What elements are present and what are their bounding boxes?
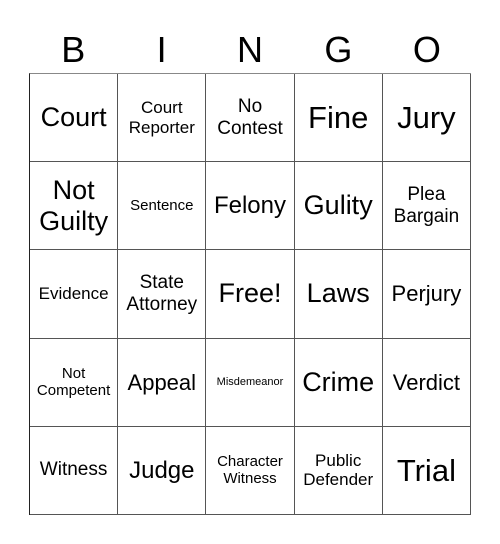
bingo-cell[interactable]: Perjury (382, 250, 471, 339)
cell-text: Public Defender (303, 450, 374, 490)
cell-text: Laws (306, 278, 370, 309)
cell-text: Not Guilty (39, 174, 109, 236)
bingo-cell[interactable]: Verdict (382, 338, 471, 427)
cell-text: Gulity (303, 190, 373, 221)
cell-text: State Attorney (126, 272, 198, 315)
bingo-cell[interactable]: Character Witness (206, 426, 295, 515)
bingo-cell[interactable]: Not Guilty (30, 162, 119, 251)
cell-text: No Contest (217, 95, 283, 139)
header-letter-b: B (61, 29, 86, 70)
bingo-cell[interactable]: Evidence (30, 250, 119, 339)
cell-text: Plea Bargain (393, 183, 460, 227)
header-letter-i: I (156, 29, 167, 70)
cell-text: Character Witness (217, 453, 283, 488)
cell-text: Judge (129, 456, 195, 484)
cell-text: Witness (39, 459, 108, 481)
bingo-cell[interactable]: Crime (294, 338, 383, 427)
bingo-cell[interactable]: Court (30, 74, 119, 163)
bingo-cell[interactable]: Court Reporter (118, 74, 207, 163)
header-letter-g: G (324, 29, 353, 70)
bingo-cell[interactable]: Public Defender (294, 426, 383, 515)
cell-text: Felony (213, 191, 287, 219)
header-letter-n: N (237, 29, 264, 70)
bingo-cell[interactable]: Appeal (118, 338, 207, 427)
bingo-cell[interactable]: Plea Bargain (382, 162, 471, 251)
cell-text: Fine (308, 99, 369, 135)
bingo-cell[interactable]: Laws (294, 250, 383, 339)
cell-text: Jury (397, 99, 456, 135)
cell-text: Court Reporter (128, 98, 195, 137)
cell-text: Not Competent (36, 364, 111, 400)
cell-text: Trial (396, 452, 456, 488)
cell-text: Misdemeanor (216, 375, 284, 388)
cell-text: Crime (302, 366, 375, 397)
bingo-cell[interactable]: Sentence (118, 162, 207, 251)
bingo-cell[interactable]: Not Competent (30, 338, 119, 427)
cell-text: Evidence (38, 284, 109, 304)
bingo-header: B I N G O (29, 28, 471, 72)
bingo-cell[interactable]: State Attorney (118, 250, 207, 339)
cell-text: Court (40, 102, 107, 133)
bingo-cell[interactable]: Witness (30, 426, 119, 515)
bingo-cell[interactable]: Felony (206, 162, 295, 251)
cell-text: Sentence (130, 197, 194, 215)
bingo-cell[interactable]: Gulity (294, 162, 383, 251)
free-space-cell[interactable]: Free! (206, 250, 295, 339)
bingo-cell[interactable]: Fine (294, 74, 383, 163)
bingo-cell[interactable]: No Contest (206, 74, 295, 163)
bingo-cell[interactable]: Misdemeanor (206, 338, 295, 427)
bingo-cell[interactable]: Trial (382, 426, 471, 515)
bingo-cell[interactable]: Jury (382, 74, 471, 163)
cell-text: Free! (218, 278, 282, 309)
cell-text: Perjury (391, 281, 462, 307)
header-letter-o: O (412, 29, 441, 70)
bingo-board: Court Court Reporter No Contest Fine Jur… (29, 73, 471, 515)
cell-text: Verdict (392, 369, 461, 395)
bingo-cell[interactable]: Judge (118, 426, 207, 515)
cell-text: Appeal (127, 369, 197, 395)
